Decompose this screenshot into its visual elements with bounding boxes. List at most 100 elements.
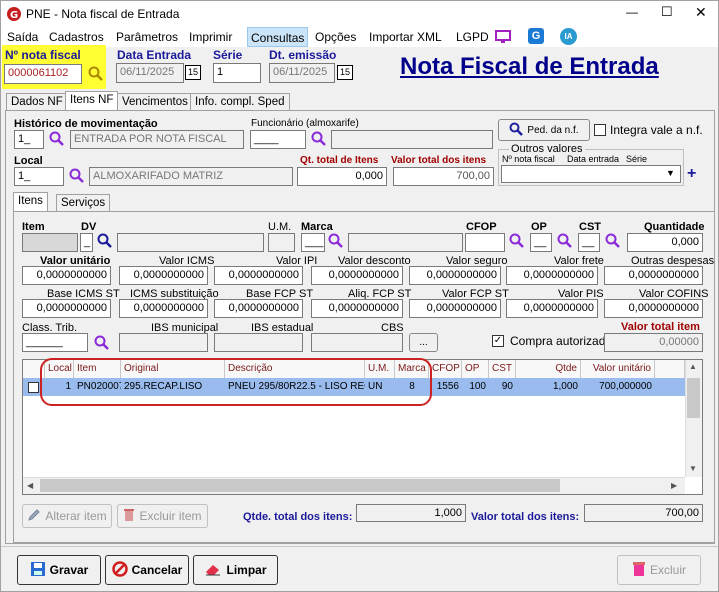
search-nota-icon[interactable] <box>88 66 104 82</box>
ped-nf-button[interactable]: Ped. da n.f. <box>498 119 590 141</box>
tab-vencimentos[interactable]: Vencimentos <box>117 93 193 111</box>
tab-itens-nf[interactable]: Itens NF <box>65 91 119 111</box>
valor-fcp-st-field[interactable]: 0,0000000000 <box>409 299 501 318</box>
base-icms-st-field[interactable]: 0,0000000000 <box>22 299 111 318</box>
excluir-button[interactable]: Excluir <box>617 555 701 585</box>
dropdown-arrow-icon[interactable]: ▼ <box>666 168 675 178</box>
ia-badge-icon[interactable]: IA <box>560 28 577 45</box>
limpar-button[interactable]: Limpar <box>193 555 278 585</box>
data-entrada-label: Data Entrada <box>117 48 192 62</box>
add-outros-valores-button[interactable]: + <box>687 165 696 183</box>
scroll-up-icon[interactable]: ▲ <box>689 362 697 371</box>
scroll-left-icon[interactable]: ◀ <box>27 481 33 490</box>
nota-number-field[interactable]: 0000061102 <box>4 64 82 84</box>
data-entrada-field[interactable]: 06/11/2025 <box>116 63 184 83</box>
trash-icon <box>632 561 646 580</box>
valor-frete-field[interactable]: 0,0000000000 <box>506 266 598 285</box>
search-cfop-icon[interactable] <box>509 233 525 249</box>
dt-emissao-label: Dt. emissão <box>269 48 337 62</box>
cfop-label: CFOP <box>466 221 497 233</box>
g-badge-icon[interactable]: G <box>528 28 544 44</box>
scroll-down-icon[interactable]: ▼ <box>689 464 697 473</box>
op-field[interactable]: __ <box>530 233 552 252</box>
cst-label: CST <box>579 221 601 233</box>
valor-unitario-field[interactable]: 0,0000000000 <box>22 266 111 285</box>
funcionario-code-field[interactable]: ____ <box>250 130 306 149</box>
compra-autorizada-checkbox[interactable]: ✓ <box>492 335 504 347</box>
serie-field[interactable]: 1 <box>213 63 261 83</box>
menu-cadastros[interactable]: Cadastros <box>49 30 104 44</box>
alterar-item-button[interactable]: Alterar item <box>22 504 112 528</box>
menu-parametros[interactable]: Parâmetros <box>116 30 178 44</box>
menu-importar-xml[interactable]: Importar XML <box>369 30 442 44</box>
search-cst-icon[interactable] <box>605 233 621 249</box>
cancel-icon <box>111 560 128 580</box>
search-item-icon[interactable] <box>97 233 113 249</box>
valor-ipi-field[interactable]: 0,0000000000 <box>214 266 303 285</box>
menu-consultas[interactable]: Consultas <box>247 27 309 47</box>
col-valor-unitario[interactable]: Valor unitário <box>581 360 655 378</box>
valor-seguro-field[interactable]: 0,0000000000 <box>409 266 501 285</box>
scroll-right-icon[interactable]: ▶ <box>671 481 677 490</box>
col-qtde[interactable]: Qtde <box>516 360 581 378</box>
valor-icms-field[interactable]: 0,0000000000 <box>119 266 208 285</box>
menu-opcoes[interactable]: Opções <box>315 30 356 44</box>
tab-info-compl-sped[interactable]: Info. compl. Sped <box>190 93 290 111</box>
subtab-servicos[interactable]: Serviços <box>56 194 111 212</box>
cancelar-button[interactable]: Cancelar <box>105 555 189 585</box>
minimize-button[interactable]: — <box>626 5 638 19</box>
base-fcp-st-field[interactable]: 0,0000000000 <box>214 299 303 318</box>
calendar-emissao-icon[interactable]: 15 <box>337 65 353 80</box>
col-op[interactable]: OP <box>462 360 489 378</box>
pencil-icon <box>27 508 41 525</box>
hist-code-field[interactable]: 1_ <box>14 130 44 149</box>
search-ped-icon <box>509 122 524 139</box>
maximize-button[interactable]: ☐ <box>661 4 673 20</box>
qt-total-field: 0,000 <box>297 167 387 186</box>
icms-substituicao-field[interactable]: 0,0000000000 <box>119 299 208 318</box>
row-checkbox[interactable] <box>28 382 39 393</box>
menu-lgpd[interactable]: LGPD <box>456 30 489 44</box>
scroll-thumb[interactable] <box>687 378 700 418</box>
tab-dados-nf[interactable]: Dados NF <box>6 93 68 111</box>
class-trib-field[interactable]: ______ <box>22 333 88 352</box>
valor-pis-field[interactable]: 0,0000000000 <box>506 299 598 318</box>
cfop-field[interactable] <box>465 233 505 252</box>
local-code-field[interactable]: 1_ <box>14 167 64 186</box>
search-op-icon[interactable] <box>557 233 573 249</box>
cell-valor-unitario: 700,000000 <box>599 381 652 392</box>
dv-field[interactable]: _ <box>80 233 93 252</box>
search-class-trib-icon[interactable] <box>94 335 110 351</box>
valor-cofins-field[interactable]: 0,0000000000 <box>604 299 703 318</box>
excluir-item-button[interactable]: Excluir item <box>117 504 208 528</box>
menu-imprimir[interactable]: Imprimir <box>189 30 232 44</box>
hscroll-thumb[interactable] <box>40 479 560 492</box>
outras-despesas-field[interactable]: 0,0000000000 <box>604 266 703 285</box>
col-cfop[interactable]: CFOP <box>429 360 462 378</box>
menu-saida[interactable]: Saída <box>7 30 38 44</box>
valor-desconto-field[interactable]: 0,0000000000 <box>311 266 403 285</box>
dt-emissao-field[interactable]: 06/11/2025 <box>269 63 335 83</box>
gravar-button[interactable]: Gravar <box>17 555 101 585</box>
search-funcionario-icon[interactable] <box>311 131 327 147</box>
monitor-icon[interactable] <box>495 30 511 44</box>
col-cst[interactable]: CST <box>489 360 516 378</box>
integra-label: Integra vale a n.f. <box>610 123 703 137</box>
subtab-itens[interactable]: Itens <box>13 192 48 212</box>
search-marca-icon[interactable] <box>328 233 344 249</box>
quantidade-field[interactable]: 0,000 <box>627 233 703 252</box>
search-local-icon[interactable] <box>69 168 85 184</box>
marca-field[interactable]: ___ <box>301 233 325 252</box>
window-title: PNE - Nota fiscal de Entrada <box>26 7 180 21</box>
um-field <box>268 233 295 252</box>
ellipsis-button[interactable]: ... <box>409 333 438 352</box>
search-hist-icon[interactable] <box>49 131 65 147</box>
cst-field[interactable]: __ <box>578 233 600 252</box>
item-field[interactable] <box>22 233 78 252</box>
outros-valores-select[interactable] <box>501 165 681 183</box>
integra-checkbox[interactable] <box>594 124 606 136</box>
close-button[interactable]: ✕ <box>695 4 707 21</box>
aliq-fcp-st-field[interactable]: 0,0000000000 <box>311 299 403 318</box>
quantidade-label: Quantidade <box>644 221 705 233</box>
calendar-entrada-icon[interactable]: 15 <box>185 65 201 80</box>
